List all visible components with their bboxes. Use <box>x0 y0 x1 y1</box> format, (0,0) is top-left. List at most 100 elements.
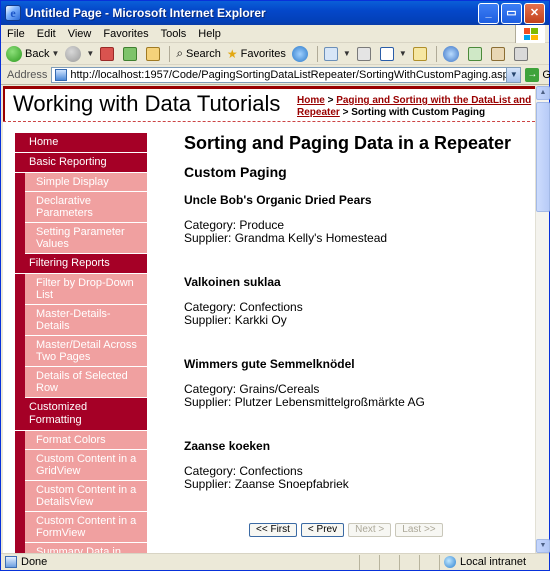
go-button[interactable]: → Go <box>525 67 550 82</box>
pager: << First < Prev Next > Last >> <box>249 523 443 537</box>
messenger-button[interactable] <box>465 44 488 64</box>
history-button[interactable] <box>289 44 314 64</box>
product-item: Uncle Bob's Organic Dried Pears Category… <box>184 193 524 245</box>
sidebar-item-master-detail-two-pages[interactable]: Master/Detail Across Two Pages <box>25 336 147 367</box>
sidebar-item-declarative-parameters[interactable]: Declarative Parameters <box>25 192 147 223</box>
home-button[interactable] <box>143 44 166 64</box>
sidebar-item-custom-content-formview[interactable]: Custom Content in a FormView <box>25 512 147 543</box>
sidebar-item-setting-parameter-values[interactable]: Setting Parameter Values <box>25 223 147 254</box>
print-button[interactable] <box>354 44 377 64</box>
sidebar-item-custom-content-gridview[interactable]: Custom Content in a GridView <box>25 450 147 481</box>
sidebar-item-filter-by-dropdown[interactable]: Filter by Drop-Down List <box>25 274 147 305</box>
status-bar: Done Local intranet <box>1 553 549 570</box>
security-zone: Local intranet <box>439 554 549 570</box>
research-button[interactable] <box>440 44 465 64</box>
breadcrumb-current: Sorting with Custom Paging <box>351 107 486 118</box>
folder-icon <box>412 46 427 61</box>
stop-button[interactable] <box>97 44 120 64</box>
product-name: Uncle Bob's Organic Dried Pears <box>184 193 372 207</box>
last-page-button: Last >> <box>395 523 443 537</box>
first-page-button[interactable]: << First <box>249 523 297 537</box>
supplier-label: Supplier: <box>184 395 235 409</box>
menu-favorites[interactable]: Favorites <box>97 28 154 40</box>
status-cell <box>359 554 379 570</box>
sidebar-item-format-colors[interactable]: Format Colors <box>25 431 147 450</box>
status-cell <box>419 554 439 570</box>
favorites-button[interactable]: ★ Favorites <box>224 44 289 64</box>
grid-button[interactable] <box>511 44 534 64</box>
go-arrow-icon: → <box>525 67 540 82</box>
sidebar-section-customized-formatting[interactable]: Customized Formatting <box>15 398 147 431</box>
sidebar-item-custom-content-detailsview[interactable]: Custom Content in a DetailsView <box>25 481 147 512</box>
product-details: Category: Confections Supplier: Karkki O… <box>184 301 524 327</box>
main-content: Sorting and Paging Data in a Repeater Cu… <box>184 133 524 491</box>
breadcrumb-home-link[interactable]: Home <box>297 95 325 106</box>
minimize-button[interactable]: _ <box>478 2 499 24</box>
sidebar-menu: Home Basic Reporting Simple Display Decl… <box>15 133 147 553</box>
window-title: Untitled Page - Microsoft Internet Explo… <box>25 6 266 20</box>
supplier-value: Zaanse Snoepfabriek <box>234 477 349 491</box>
search-icon: ⌕ <box>176 46 184 60</box>
menu-edit[interactable]: Edit <box>31 28 62 40</box>
ie-window: e Untitled Page - Microsoft Internet Exp… <box>0 0 550 571</box>
tools-button[interactable] <box>488 44 511 64</box>
word-icon <box>379 46 394 61</box>
sidebar-item-master-details-details[interactable]: Master-Details-Details <box>25 305 147 336</box>
prev-page-button[interactable]: < Prev <box>300 523 345 537</box>
sidebar-item-summary-data[interactable]: Summary Data in <box>25 543 147 553</box>
product-details: Category: Grains/Cereals Supplier: Plutz… <box>184 383 524 409</box>
search-button[interactable]: ⌕ Search <box>173 44 224 64</box>
scroll-up-button[interactable]: ▲ <box>536 86 550 100</box>
menu-bar: File Edit View Favorites Tools Help <box>1 25 549 43</box>
address-url[interactable]: http://localhost:1957/Code/PagingSorting… <box>70 69 506 81</box>
status-text-area: Done <box>1 556 359 568</box>
category-label: Category: <box>184 300 240 314</box>
ie-logo-icon: e <box>5 5 21 21</box>
sidebar-item-simple-display[interactable]: Simple Display <box>25 173 147 192</box>
mail-button[interactable]: ▼ <box>321 44 354 64</box>
home-icon <box>146 46 161 61</box>
menu-help[interactable]: Help <box>192 28 227 40</box>
page-viewport: Working with Data Tutorials Home > Pagin… <box>3 86 535 553</box>
edit-button[interactable]: ▼ <box>377 44 410 64</box>
back-button[interactable]: Back ▼ <box>3 44 62 64</box>
sidebar-item-home[interactable]: Home <box>15 133 147 153</box>
product-item: Valkoinen suklaa Category: Confections S… <box>184 275 524 327</box>
category-value: Produce <box>239 218 285 232</box>
product-item: Wimmers gute Semmelknödel Category: Grai… <box>184 357 524 409</box>
sidebar-section-basic-reporting[interactable]: Basic Reporting <box>15 153 147 173</box>
history-icon <box>291 45 308 62</box>
maximize-button[interactable]: ▭ <box>501 2 522 24</box>
intranet-globe-icon <box>444 556 456 568</box>
forward-button[interactable]: ▼ <box>62 44 97 64</box>
sidebar-section-filtering-reports[interactable]: Filtering Reports <box>15 254 147 274</box>
address-input[interactable]: http://localhost:1957/Code/PagingSorting… <box>51 66 522 83</box>
category-value: Confections <box>239 300 303 314</box>
product-name: Valkoinen suklaa <box>184 275 281 289</box>
page-done-icon <box>5 556 17 568</box>
close-button[interactable]: ✕ <box>524 2 545 24</box>
chevron-down-icon: ▼ <box>86 49 95 58</box>
print-icon <box>356 46 371 61</box>
scrollbar-thumb[interactable] <box>536 102 550 212</box>
address-dropdown-button[interactable]: ▼ <box>506 67 521 82</box>
refresh-button[interactable] <box>120 44 143 64</box>
mail-icon <box>323 46 338 61</box>
category-label: Category: <box>184 464 240 478</box>
zone-label: Local intranet <box>460 556 527 568</box>
back-label: Back <box>25 47 50 60</box>
toolbar-divider <box>316 45 318 62</box>
breadcrumb-separator: > <box>339 107 352 118</box>
breadcrumb: Home > Paging and Sorting with the DataL… <box>297 95 533 119</box>
breadcrumb-separator: > <box>324 95 337 106</box>
scroll-down-button[interactable]: ▼ <box>536 539 550 553</box>
discuss-button[interactable] <box>410 44 433 64</box>
supplier-value: Plutzer Lebensmittelgroßmärkte AG <box>234 395 425 409</box>
menu-view[interactable]: View <box>62 28 98 40</box>
chevron-down-icon: ▼ <box>51 49 60 58</box>
sidebar-item-details-selected-row[interactable]: Details of Selected Row <box>25 367 147 398</box>
menu-tools[interactable]: Tools <box>155 28 193 40</box>
menu-file[interactable]: File <box>1 28 31 40</box>
customized-formatting-items: Format Colors Custom Content in a GridVi… <box>15 431 147 553</box>
vertical-scrollbar[interactable]: ▲ ▼ <box>535 86 550 553</box>
